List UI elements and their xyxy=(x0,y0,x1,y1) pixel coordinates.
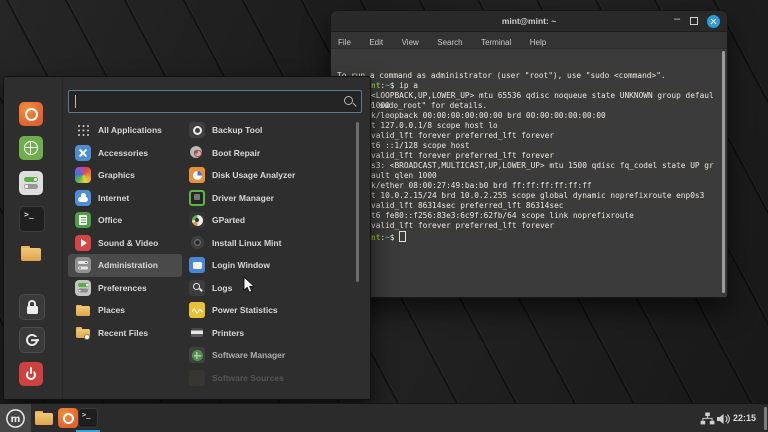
category-graphics[interactable]: Graphics xyxy=(68,164,182,187)
category-recent-files[interactable]: Recent Files xyxy=(68,322,182,345)
firefox-icon[interactable] xyxy=(58,408,78,428)
taskbar: m 22:15 xyxy=(0,403,768,432)
clock[interactable]: 22:15 xyxy=(733,404,756,432)
svg-text:m: m xyxy=(11,414,21,425)
search-input[interactable] xyxy=(68,90,362,113)
menu-terminal[interactable]: Terminal xyxy=(474,35,518,51)
minimize-button[interactable]: – xyxy=(673,17,681,25)
sound-video-icon xyxy=(75,235,91,251)
maximize-button[interactable] xyxy=(690,17,698,25)
text-caret xyxy=(75,95,76,108)
login-window-icon xyxy=(189,257,205,273)
close-button[interactable] xyxy=(707,15,720,28)
category-accessories[interactable]: Accessories xyxy=(68,142,182,165)
preferences-icon xyxy=(75,280,91,296)
internet-icon xyxy=(75,190,91,206)
firefox-icon[interactable] xyxy=(19,102,43,126)
menu-search[interactable]: Search xyxy=(430,35,469,51)
menu-edit[interactable]: Edit xyxy=(362,35,390,51)
app-driver-manager[interactable]: Driver Manager xyxy=(182,187,354,210)
recent-files-icon xyxy=(75,325,91,341)
backup-tool-icon xyxy=(189,122,205,138)
files-icon[interactable] xyxy=(34,408,54,428)
volume-icon[interactable] xyxy=(716,413,730,425)
app-login-window[interactable]: Login Window xyxy=(182,254,354,277)
disk-usage-icon xyxy=(189,167,205,183)
network-icon[interactable] xyxy=(700,412,715,425)
menu-favorites-sidebar xyxy=(4,77,63,399)
category-office[interactable]: Office xyxy=(68,209,182,232)
category-sound-video[interactable]: Sound & Video xyxy=(68,232,182,255)
desktop-wallpaper: mint@mint: ~ – File Edit View Search Ter… xyxy=(0,0,768,432)
category-places[interactable]: Places xyxy=(68,299,182,322)
menu-file[interactable]: File xyxy=(331,35,358,51)
category-administration[interactable]: Administration xyxy=(68,254,182,277)
menu-view[interactable]: View xyxy=(395,35,426,51)
show-desktop-button[interactable] xyxy=(764,407,767,430)
boot-repair-icon xyxy=(189,145,205,161)
terminal-title: mint@mint: ~ xyxy=(331,11,727,31)
category-preferences[interactable]: Preferences xyxy=(68,277,182,300)
category-list: All Applications Accessories Graphics In… xyxy=(68,119,182,344)
app-software-sources[interactable]: Software Sources xyxy=(182,367,354,390)
menu-help[interactable]: Help xyxy=(523,35,553,51)
mint-menu-popup: All Applications Accessories Graphics In… xyxy=(3,76,371,400)
printers-icon xyxy=(189,325,205,341)
search-icon xyxy=(344,96,353,105)
software-sources-icon xyxy=(189,370,205,386)
app-printers[interactable]: Printers xyxy=(182,322,354,345)
category-internet[interactable]: Internet xyxy=(68,187,182,210)
logout-icon[interactable] xyxy=(19,327,45,353)
grid-icon xyxy=(75,122,91,138)
terminal-menubar: File Edit View Search Terminal Help xyxy=(331,32,727,49)
terminal-output[interactable]: nt:~$ ip a<LOOPBACK,UP,LOWER_UP> mtu 655… xyxy=(371,81,714,243)
office-icon xyxy=(75,212,91,228)
terminal-icon[interactable] xyxy=(78,408,98,428)
software-manager-icon[interactable] xyxy=(19,136,43,160)
power-statistics-icon xyxy=(189,302,205,318)
software-manager-icon xyxy=(189,347,205,363)
terminal-scrollbar[interactable] xyxy=(722,51,725,293)
terminal-window[interactable]: mint@mint: ~ – File Edit View Search Ter… xyxy=(330,10,728,298)
shutdown-icon[interactable] xyxy=(19,362,43,386)
system-settings-icon[interactable] xyxy=(19,171,43,195)
app-logs[interactable]: Logs xyxy=(182,277,354,300)
app-install-linux-mint[interactable]: Install Linux Mint xyxy=(182,232,354,255)
accessories-icon xyxy=(75,145,91,161)
app-backup-tool[interactable]: Backup Tool xyxy=(182,119,354,142)
app-gparted[interactable]: GParted xyxy=(182,209,354,232)
mouse-cursor xyxy=(243,276,256,294)
menu-button[interactable]: m xyxy=(0,404,31,432)
category-all-applications[interactable]: All Applications xyxy=(68,119,182,142)
driver-manager-icon xyxy=(189,190,205,206)
gparted-icon xyxy=(189,212,205,228)
app-software-manager[interactable]: Software Manager xyxy=(182,344,354,367)
graphics-icon xyxy=(75,167,91,183)
application-list: Backup Tool Boot Repair Disk Usage Analy… xyxy=(182,119,354,389)
files-icon[interactable] xyxy=(19,242,43,266)
terminal-icon[interactable] xyxy=(19,206,45,232)
menu-scrollbar[interactable] xyxy=(356,122,359,282)
lock-icon[interactable] xyxy=(19,294,45,320)
install-mint-icon xyxy=(189,235,205,251)
app-disk-usage-analyzer[interactable]: Disk Usage Analyzer xyxy=(182,164,354,187)
administration-icon xyxy=(75,257,91,273)
folder-icon xyxy=(75,302,91,318)
app-boot-repair[interactable]: Boot Repair xyxy=(182,142,354,165)
app-power-statistics[interactable]: Power Statistics xyxy=(182,299,354,322)
mint-logo-icon: m xyxy=(5,408,26,429)
logs-icon xyxy=(189,280,205,296)
terminal-titlebar[interactable]: mint@mint: ~ – xyxy=(331,11,727,32)
